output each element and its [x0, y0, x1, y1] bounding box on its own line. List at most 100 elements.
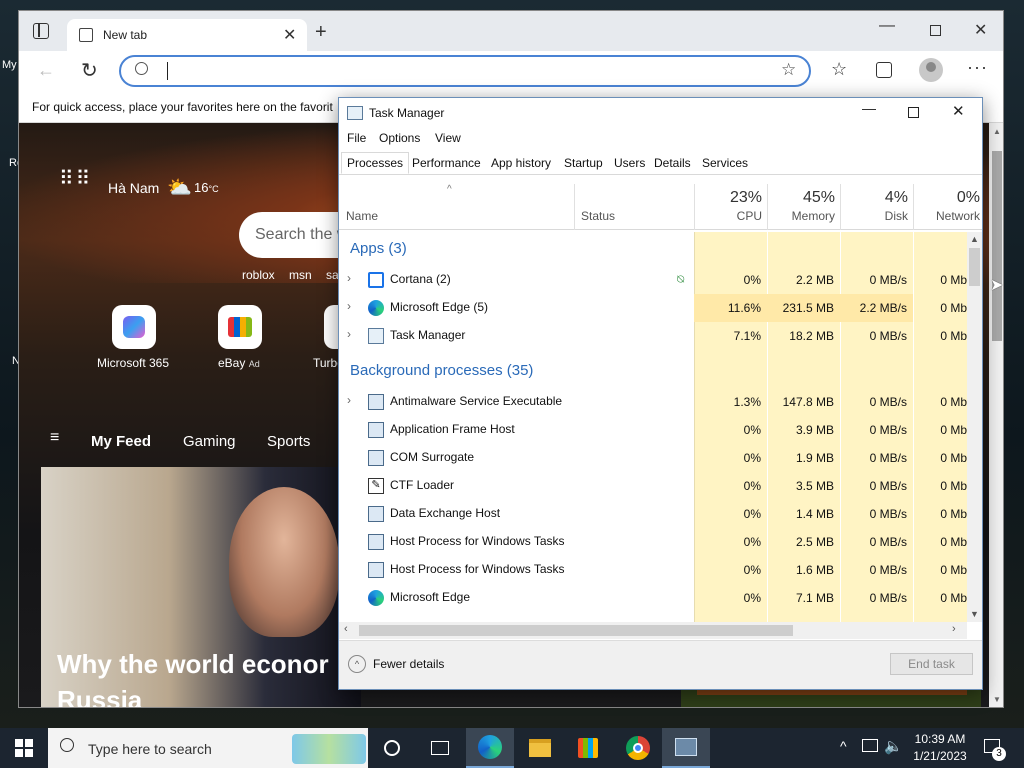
tab-services[interactable]: Services	[696, 152, 754, 174]
table-row[interactable]: Host Process for Windows Tasks 0% 2.5 MB…	[339, 528, 967, 556]
address-input[interactable]	[173, 61, 733, 81]
more-options-icon[interactable]: ···	[967, 57, 988, 78]
edge-icon	[368, 590, 384, 606]
table-row[interactable]: › Cortana (2) ⍉ 0% 2.2 MB 0 MB/s 0 Mb	[339, 266, 967, 294]
new-tab-button[interactable]: +	[315, 21, 327, 44]
menu-view[interactable]: View	[435, 131, 461, 145]
table-row[interactable]: COM Surrogate 0% 1.9 MB 0 MB/s 0 Mb	[339, 444, 967, 472]
expand-icon[interactable]: ›	[347, 271, 351, 285]
tab-users[interactable]: Users	[608, 152, 651, 174]
column-memory[interactable]: 45% Memory	[768, 184, 841, 230]
expand-icon[interactable]: ›	[347, 299, 351, 313]
volume-icon[interactable]: 🔈	[884, 737, 903, 755]
taskbar-store[interactable]	[564, 728, 612, 768]
partly-cloudy-icon: ⛅	[167, 177, 192, 199]
table-row[interactable]: Host Process for Windows Tasks 0% 1.6 MB…	[339, 556, 967, 584]
quick-link[interactable]: sa	[326, 268, 339, 282]
tile-label-text: eBay	[218, 356, 246, 370]
list-vertical-scrollbar[interactable]: ▲ ▼	[967, 232, 982, 622]
scroll-down-icon[interactable]: ▼	[993, 695, 1001, 704]
scroll-thumb[interactable]	[992, 151, 1002, 341]
close-window-icon[interactable]: ✕	[974, 20, 987, 40]
quick-link[interactable]: roblox	[242, 268, 275, 282]
collections-icon[interactable]	[876, 62, 892, 78]
task-view-button[interactable]	[416, 728, 464, 768]
start-button[interactable]	[0, 728, 48, 768]
table-row[interactable]: Data Exchange Host 0% 1.4 MB 0 MB/s 0 Mb	[339, 500, 967, 528]
feed-tab-my-feed[interactable]: My Feed	[91, 433, 151, 450]
clock-time[interactable]: 10:39 AM	[910, 732, 970, 746]
minimize-icon[interactable]: —	[879, 17, 895, 35]
list-horizontal-scrollbar[interactable]: ‹ ›	[339, 622, 967, 639]
minimize-icon[interactable]: —	[862, 100, 876, 116]
column-name[interactable]: Name	[346, 209, 378, 223]
tab-processes[interactable]: Processes	[341, 152, 410, 174]
scroll-right-icon[interactable]: ›	[952, 623, 956, 635]
close-tab-icon[interactable]: ✕	[283, 25, 296, 45]
table-row[interactable]: Microsoft Edge 0% 7.1 MB 0 MB/s 0 Mb	[339, 584, 967, 612]
quick-link[interactable]: msn	[289, 268, 312, 282]
desktop-icon-label[interactable]: My	[2, 59, 17, 71]
tab-app-history[interactable]: App history	[485, 152, 557, 174]
ebay-tile-icon[interactable]	[218, 305, 262, 349]
tab-new-tab[interactable]: New tab ✕	[67, 19, 307, 51]
back-icon[interactable]: ←	[37, 60, 55, 81]
show-hidden-icons-chevron-icon[interactable]: ^	[840, 738, 847, 754]
address-bar[interactable]: ☆	[119, 55, 811, 87]
taskbar-edge[interactable]	[466, 728, 514, 768]
news-article-card[interactable]: Why the world econor Russia	[41, 467, 361, 707]
maximize-icon[interactable]	[908, 107, 919, 118]
menu-options[interactable]: Options	[379, 131, 420, 145]
microsoft-365-tile-icon[interactable]	[112, 305, 156, 349]
feed-tab-sports[interactable]: Sports	[267, 433, 310, 450]
cpu-cell: 0%	[743, 591, 761, 605]
table-row[interactable]: › Task Manager 7.1% 18.2 MB 0 MB/s 0 Mb	[339, 322, 967, 350]
scroll-thumb[interactable]	[969, 248, 980, 286]
close-window-icon[interactable]: ✕	[952, 102, 965, 120]
column-network[interactable]: 0% Network	[914, 184, 982, 230]
add-favorite-icon[interactable]: ☆	[781, 60, 796, 80]
tab-performance[interactable]: Performance	[406, 152, 487, 174]
column-cpu[interactable]: 23% CPU	[695, 184, 768, 230]
scroll-up-icon[interactable]: ▲	[970, 234, 979, 244]
scroll-down-icon[interactable]: ▼	[970, 609, 979, 619]
expand-icon[interactable]: ›	[347, 393, 351, 407]
feed-menu-icon[interactable]: ≡	[50, 429, 59, 447]
process-icon	[368, 450, 384, 466]
maximize-icon[interactable]	[930, 25, 941, 36]
table-row[interactable]: ✎ CTF Loader 0% 3.5 MB 0 MB/s 0 Mb	[339, 472, 967, 500]
page-scrollbar[interactable]: ▲ ▼	[989, 123, 1003, 707]
tab-startup[interactable]: Startup	[558, 152, 609, 174]
feed-tab-gaming[interactable]: Gaming	[183, 433, 236, 450]
weather-location[interactable]: Hà Nam	[108, 180, 159, 196]
app-launcher-icon[interactable]: ⠿⠿	[59, 169, 92, 189]
scroll-left-icon[interactable]: ‹	[344, 623, 348, 635]
table-row[interactable]: › Microsoft Edge (5) 11.6% 231.5 MB 2.2 …	[339, 294, 967, 322]
network-icon[interactable]	[862, 739, 878, 752]
column-status[interactable]: Status	[581, 209, 615, 223]
column-disk[interactable]: 4% Disk	[841, 184, 914, 230]
table-row[interactable]: Application Frame Host 0% 3.9 MB 0 MB/s …	[339, 416, 967, 444]
taskbar-file-explorer[interactable]	[516, 728, 564, 768]
cpu-cell: 0%	[743, 507, 761, 521]
web-search-placeholder: Search the w	[255, 226, 349, 243]
profile-avatar[interactable]	[919, 58, 943, 82]
taskbar-chrome[interactable]	[614, 728, 662, 768]
refresh-icon[interactable]: ↻	[81, 58, 98, 83]
scroll-up-icon[interactable]: ▲	[993, 127, 1001, 136]
tab-actions-icon[interactable]	[33, 23, 49, 39]
memory-cell: 231.5 MB	[767, 294, 840, 322]
end-task-button[interactable]: End task	[890, 653, 973, 675]
cortana-button[interactable]	[368, 728, 416, 768]
taskbar-search-box[interactable]: Type here to search	[48, 728, 368, 768]
table-row[interactable]: › Antimalware Service Executable 1.3% 14…	[339, 388, 967, 416]
fewer-details-link[interactable]: Fewer details	[373, 657, 444, 671]
expand-icon[interactable]: ›	[347, 327, 351, 341]
menu-file[interactable]: File	[347, 131, 366, 145]
favorites-icon[interactable]: ☆	[831, 59, 847, 80]
tab-details[interactable]: Details	[648, 152, 697, 174]
collapse-chevron-icon[interactable]: ^	[348, 655, 366, 673]
scroll-thumb[interactable]	[359, 625, 793, 636]
clock-date[interactable]: 1/21/2023	[910, 749, 970, 763]
taskbar-task-manager[interactable]	[662, 728, 710, 768]
